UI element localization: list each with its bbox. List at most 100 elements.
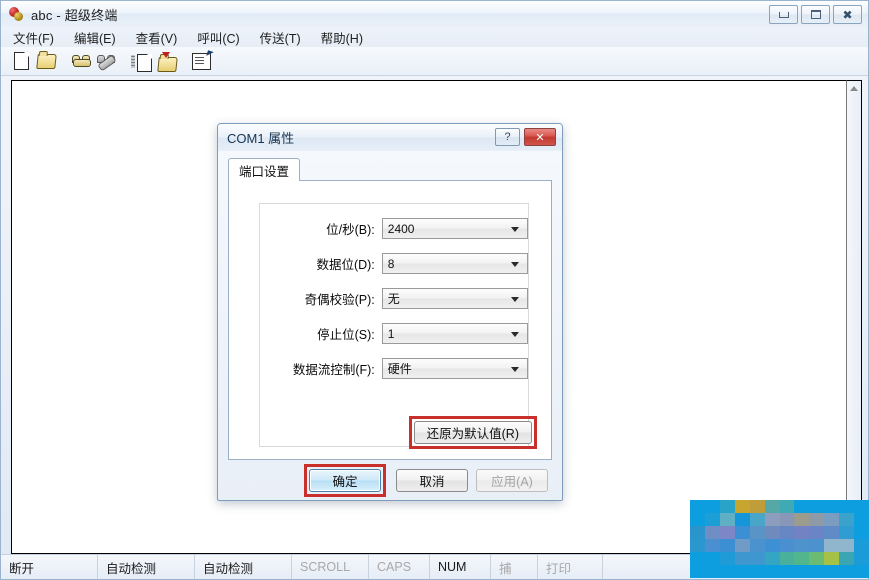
mosaic-cell [704,526,720,539]
com1-properties-dialog: COM1 属性 ? ✕ 端口设置 位/秒(B): 2400 数据位(D): 8 … [217,123,563,501]
mosaic-cell [704,513,720,526]
properties-icon [191,49,214,70]
combo-flow-control[interactable]: 硬件 [381,358,528,379]
mosaic-cell [809,552,825,565]
close-icon: ✖ [842,7,853,22]
menu-edit[interactable]: 编辑(E) [74,26,127,49]
status-num: NUM [430,555,491,579]
menu-view[interactable]: 查看(V) [136,26,189,49]
status-print: 打印 [538,555,603,579]
call-icon [72,55,91,67]
mosaic-cell [764,500,780,513]
mosaic-cell [734,552,750,565]
mosaic-cell [854,500,869,513]
menu-call[interactable]: 呼叫(C) [197,26,250,49]
restore-defaults-button[interactable]: 还原为默认值(R) [413,421,532,444]
status-autodetect-2: 自动检测 [195,555,292,579]
status-connection: 断开 [1,555,98,579]
close-button[interactable]: ✖ [833,5,862,24]
label-data-bits: 数据位(D): [316,258,375,272]
mosaic-cell [764,539,780,552]
mosaic-cell [690,552,705,565]
mosaic-cell [839,513,855,526]
dialog-close-button[interactable]: ✕ [524,128,556,146]
apply-button[interactable]: 应用(A) [476,468,548,492]
combo-value-bits-per-second: 2400 [387,221,415,236]
combo-value-data-bits: 8 [387,256,395,271]
mosaic-cell [764,526,780,539]
scroll-up-button[interactable] [847,81,861,95]
mosaic-cell [704,552,720,565]
mosaic-cell [749,513,765,526]
disconnect-icon [97,54,117,72]
mosaic-cell [794,539,810,552]
mosaic-cell [734,513,750,526]
mosaic-cell [690,500,705,513]
mosaic-cell [809,500,825,513]
dialog-title-bar: COM1 属性 ? ✕ [218,124,562,151]
mosaic-cell [824,565,840,578]
maximize-button[interactable] [801,5,830,24]
combo-value-parity: 无 [387,292,400,306]
restore-defaults-highlight: 还原为默认值(R) [408,416,537,449]
chevron-down-icon [511,331,519,337]
mosaic-cell [839,526,855,539]
mosaic-cell [779,526,795,539]
send-file-icon [131,53,152,72]
mosaic-cell [839,552,855,565]
disconnect-button[interactable] [94,50,118,72]
mosaic-cell [749,539,765,552]
menu-help[interactable]: 帮助(H) [321,26,374,49]
label-flow-control: 数据流控制(F): [292,363,375,377]
properties-button[interactable] [189,49,214,72]
combo-bits-per-second[interactable]: 2400 [381,218,528,239]
mosaic-cell [794,513,810,526]
combo-parity[interactable]: 无 [381,288,528,309]
status-caps: CAPS [369,555,430,579]
mosaic-cell [794,565,810,578]
mosaic-cell [734,539,750,552]
dialog-help-button[interactable]: ? [495,128,520,146]
window-controls: ✖ [769,5,862,24]
menu-file[interactable]: 文件(F) [13,26,65,49]
censored-watermark-block [690,500,869,578]
mosaic-cell [764,565,780,578]
tab-port-settings[interactable]: 端口设置 [228,158,301,181]
cancel-button[interactable]: 取消 [396,468,468,492]
mosaic-cell [719,500,735,513]
mosaic-cell [690,565,705,578]
mosaic-cell [764,513,780,526]
receive-file-button[interactable] [154,50,178,72]
dialog-button-row: 确定 取消 应用(A) [218,460,562,500]
mosaic-cell [854,513,869,526]
mosaic-cell [749,526,765,539]
mosaic-cell [809,513,825,526]
mosaic-cell [719,539,735,552]
open-file-button[interactable] [34,50,58,72]
terminal-scrollbar[interactable] [846,80,862,554]
combo-data-bits[interactable]: 8 [381,253,528,274]
new-connection-button[interactable] [9,50,33,72]
chevron-down-icon [511,226,519,232]
help-icon: ? [504,131,511,143]
chevron-down-icon [511,261,519,267]
send-file-button[interactable] [129,50,153,72]
mosaic-cell [794,526,810,539]
label-stop-bits: 停止位(S): [317,328,375,342]
mosaic-cell [779,565,795,578]
chevron-down-icon [511,366,519,372]
ok-button[interactable]: 确定 [309,468,381,492]
window-title: abc - 超级终端 [31,7,118,23]
minimize-button[interactable] [769,5,798,24]
toolbar [1,47,868,76]
mosaic-cell [719,513,735,526]
tab-control: 端口设置 位/秒(B): 2400 数据位(D): 8 奇偶校验(P): 无 停… [228,157,552,460]
mosaic-cell [690,526,705,539]
mosaic-cell [690,513,705,526]
call-button[interactable] [69,50,93,72]
menu-transfer[interactable]: 传送(T) [260,26,312,49]
combo-stop-bits[interactable]: 1 [381,323,528,344]
mosaic-cell [704,539,720,552]
mosaic-cell [824,552,840,565]
label-bits-per-second: 位/秒(B): [326,223,375,237]
